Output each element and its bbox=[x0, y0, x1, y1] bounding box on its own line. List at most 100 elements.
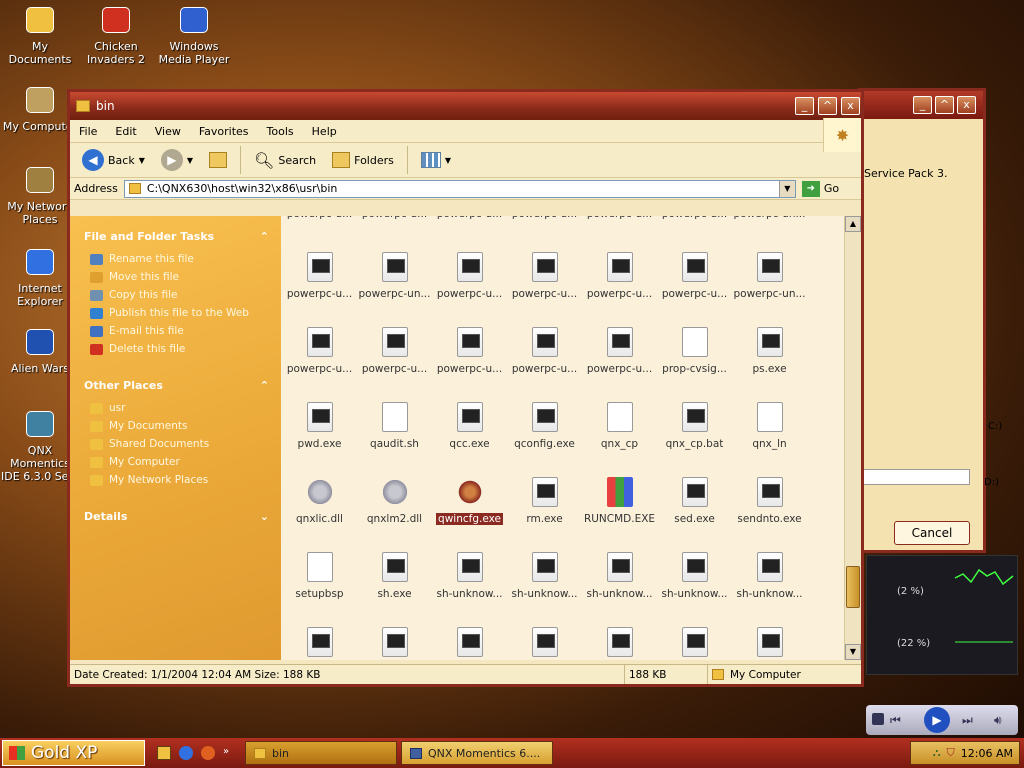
menu-tools[interactable]: Tools bbox=[258, 125, 303, 138]
place-my-network-places[interactable]: My Network Places bbox=[90, 474, 269, 486]
file-item[interactable] bbox=[657, 627, 732, 660]
internet-explorer-icon[interactable] bbox=[179, 746, 193, 760]
maximize-button[interactable]: ^ bbox=[818, 97, 837, 115]
scroll-thumb[interactable] bbox=[846, 566, 860, 608]
other-places-header[interactable]: Other Places ⌃ bbox=[84, 379, 269, 392]
menu-edit[interactable]: Edit bbox=[106, 125, 145, 138]
file-item[interactable]: sh-unknow... bbox=[507, 552, 582, 600]
network-icon[interactable]: ⛬ bbox=[933, 746, 941, 760]
file-item[interactable] bbox=[507, 627, 582, 660]
file-item[interactable]: powerpc-u... bbox=[432, 252, 507, 300]
file-item[interactable]: powerpc-u... bbox=[282, 252, 357, 300]
scroll-down-button[interactable]: ▼ bbox=[845, 644, 861, 660]
close-button[interactable]: x bbox=[841, 97, 860, 115]
file-item[interactable] bbox=[282, 627, 357, 660]
desktop-icon-my-documents[interactable]: My Documents bbox=[0, 4, 80, 66]
go-button[interactable]: ➜ Go bbox=[801, 180, 839, 197]
firefox-icon[interactable] bbox=[201, 746, 215, 760]
file-item[interactable]: powerpc-un... bbox=[732, 216, 807, 220]
file-item[interactable]: RUNCMD.EXE bbox=[582, 477, 657, 525]
up-folder-button[interactable] bbox=[203, 150, 233, 170]
desktop-icon-chicken-invaders-2[interactable]: Chicken Invaders 2 bbox=[76, 4, 156, 66]
task-e-mail-this-file[interactable]: E-mail this file bbox=[90, 325, 269, 337]
file-item[interactable]: powerpc-u... bbox=[507, 327, 582, 375]
close-button[interactable]: x bbox=[957, 96, 976, 114]
file-item[interactable]: qwincfg.exe bbox=[432, 477, 507, 525]
taskbar-item-qnx[interactable]: QNX Momentics 6.... bbox=[401, 741, 553, 765]
file-item[interactable]: powerpc-u... bbox=[357, 216, 432, 220]
stop-icon[interactable] bbox=[872, 713, 884, 725]
file-item[interactable]: powerpc-u... bbox=[507, 216, 582, 220]
file-item[interactable]: qnxlic.dll bbox=[282, 477, 357, 525]
task-copy-this-file[interactable]: Copy this file bbox=[90, 289, 269, 301]
play-icon[interactable]: ▶ bbox=[924, 707, 950, 733]
file-item[interactable]: powerpc-un... bbox=[732, 252, 807, 300]
folders-button[interactable]: Folders bbox=[326, 150, 400, 170]
back-button[interactable]: ◀ Back ▼ bbox=[76, 147, 151, 173]
file-item[interactable]: sh-unknow... bbox=[582, 552, 657, 600]
file-item[interactable]: powerpc-u... bbox=[282, 216, 357, 220]
file-item[interactable]: powerpc-un... bbox=[357, 252, 432, 300]
place-my-documents[interactable]: My Documents bbox=[90, 420, 269, 432]
task-publish-this-file-to-the-web[interactable]: Publish this file to the Web bbox=[90, 307, 269, 319]
title-bar[interactable]: bin _ ^ x bbox=[70, 92, 861, 120]
chevron-down-icon[interactable]: ▼ bbox=[778, 180, 795, 197]
file-item[interactable]: sendnto.exe bbox=[732, 477, 807, 525]
menu-favorites[interactable]: Favorites bbox=[190, 125, 258, 138]
file-item[interactable]: powerpc-u... bbox=[582, 327, 657, 375]
menu-file[interactable]: File bbox=[70, 125, 106, 138]
start-button[interactable]: Gold XP bbox=[2, 740, 145, 766]
file-item[interactable]: powerpc-u... bbox=[657, 216, 732, 220]
file-item[interactable]: powerpc-u... bbox=[357, 327, 432, 375]
file-item[interactable]: sh-unknow... bbox=[732, 552, 807, 600]
file-item[interactable]: rm.exe bbox=[507, 477, 582, 525]
forward-button[interactable]: ▶ ▼ bbox=[155, 147, 199, 173]
menu-help[interactable]: Help bbox=[303, 125, 346, 138]
file-item[interactable] bbox=[582, 627, 657, 660]
previous-icon[interactable]: ⏮ bbox=[890, 713, 901, 728]
search-button[interactable]: 🔍︎ Search bbox=[248, 149, 322, 172]
file-item[interactable]: ps.exe bbox=[732, 327, 807, 375]
volume-icon[interactable]: 🔊︎ bbox=[994, 713, 1002, 728]
file-item[interactable]: powerpc-u... bbox=[582, 216, 657, 220]
file-item[interactable]: sh.exe bbox=[357, 552, 432, 600]
file-item[interactable]: powerpc-u... bbox=[282, 327, 357, 375]
file-item[interactable]: qnx_cp bbox=[582, 402, 657, 450]
file-item[interactable] bbox=[357, 627, 432, 660]
more-chevron-icon[interactable]: » bbox=[223, 746, 229, 760]
file-item[interactable]: setupbsp bbox=[282, 552, 357, 600]
task-delete-this-file[interactable]: Delete this file bbox=[90, 343, 269, 355]
task-move-this-file[interactable]: Move this file bbox=[90, 271, 269, 283]
horizontal-scrollbar[interactable] bbox=[862, 469, 970, 485]
file-item[interactable]: powerpc-u... bbox=[432, 216, 507, 220]
file-item[interactable]: powerpc-u... bbox=[657, 252, 732, 300]
file-item[interactable] bbox=[432, 627, 507, 660]
file-item[interactable]: sh-unknow... bbox=[657, 552, 732, 600]
maximize-button[interactable]: ^ bbox=[935, 96, 954, 114]
file-item[interactable]: qnx_ln bbox=[732, 402, 807, 450]
place-usr[interactable]: usr bbox=[90, 402, 269, 414]
desktop-icon-windows-media-player[interactable]: Windows Media Player bbox=[154, 4, 234, 66]
show-desktop-icon[interactable] bbox=[157, 746, 171, 760]
taskbar-item-bin[interactable]: bin bbox=[245, 741, 397, 765]
cancel-button[interactable]: Cancel bbox=[894, 521, 970, 545]
file-item[interactable]: powerpc-u... bbox=[432, 327, 507, 375]
file-folder-tasks-header[interactable]: File and Folder Tasks ⌃ bbox=[84, 230, 269, 243]
scroll-up-button[interactable]: ▲ bbox=[845, 216, 861, 232]
shield-icon[interactable]: ⛉ bbox=[947, 746, 955, 760]
place-shared-documents[interactable]: Shared Documents bbox=[90, 438, 269, 450]
file-item[interactable]: powerpc-u... bbox=[507, 252, 582, 300]
next-icon[interactable]: ⏭ bbox=[962, 713, 973, 728]
task-rename-this-file[interactable]: Rename this file bbox=[90, 253, 269, 265]
file-item[interactable]: powerpc-u... bbox=[582, 252, 657, 300]
file-item[interactable]: pwd.exe bbox=[282, 402, 357, 450]
views-button[interactable]: ▼ bbox=[415, 150, 457, 170]
minimize-button[interactable]: _ bbox=[795, 97, 814, 115]
details-header[interactable]: Details ⌄ bbox=[84, 510, 269, 523]
vertical-scrollbar[interactable]: ▲ ▼ bbox=[844, 216, 861, 660]
minimize-button[interactable]: _ bbox=[913, 96, 932, 114]
file-item[interactable]: qaudit.sh bbox=[357, 402, 432, 450]
menu-view[interactable]: View bbox=[146, 125, 190, 138]
file-item[interactable] bbox=[732, 627, 807, 660]
file-item[interactable]: qcc.exe bbox=[432, 402, 507, 450]
